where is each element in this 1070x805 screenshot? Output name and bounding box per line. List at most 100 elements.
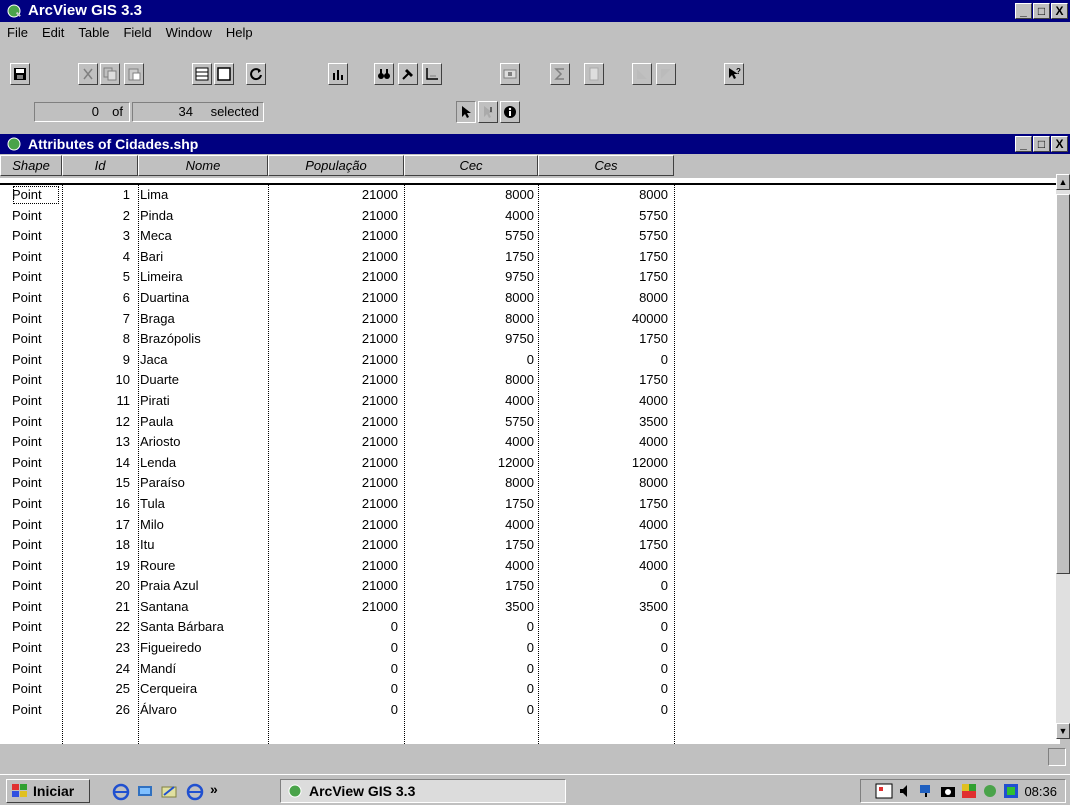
cell-nome[interactable]: Limeira (140, 267, 268, 287)
cell-nome[interactable]: Braga (140, 309, 268, 329)
network-icon[interactable] (919, 783, 935, 799)
cell-shape[interactable]: Point (12, 700, 60, 720)
cell-nome[interactable]: Pinda (140, 206, 268, 226)
cell-nome[interactable]: Ariosto (140, 432, 268, 452)
cell-ces[interactable]: 1750 (538, 267, 674, 287)
quicklaunch-more-chevron[interactable]: » (210, 781, 218, 797)
cell-nome[interactable]: Praia Azul (140, 576, 268, 596)
resize-grip-icon[interactable] (1048, 748, 1066, 766)
cell-nome[interactable]: Paraíso (140, 473, 268, 493)
scroll-down-arrow-icon[interactable]: ▼ (1056, 723, 1070, 739)
cell-shape[interactable]: Point (12, 659, 60, 679)
cell-cec[interactable]: 8000 (404, 473, 538, 493)
cell-populacao[interactable]: 21000 (268, 370, 404, 390)
outlook-express-icon[interactable] (160, 783, 178, 801)
column-header-nome[interactable]: Nome (138, 155, 268, 176)
cell-nome[interactable]: Bari (140, 247, 268, 267)
cell-cec[interactable]: 4000 (404, 432, 538, 452)
cell-shape[interactable]: Point (12, 185, 60, 205)
cell-nome[interactable]: Lima (140, 185, 268, 205)
cell-id[interactable]: 6 (64, 288, 134, 308)
cell-cec[interactable]: 0 (404, 638, 538, 658)
cell-id[interactable]: 12 (64, 412, 134, 432)
table-row[interactable]: Point 25 Cerqueira 0 0 0 (0, 679, 1060, 700)
cell-ces[interactable]: 1750 (538, 494, 674, 514)
cell-shape[interactable]: Point (12, 288, 60, 308)
menu-help[interactable]: Help (219, 25, 260, 40)
cell-cec[interactable]: 1750 (404, 535, 538, 555)
cell-ces[interactable]: 3500 (538, 412, 674, 432)
cell-ces[interactable]: 12000 (538, 453, 674, 473)
cell-populacao[interactable]: 0 (268, 617, 404, 637)
cell-shape[interactable]: Point (12, 535, 60, 555)
cell-shape[interactable]: Point (12, 494, 60, 514)
cell-cec[interactable]: 0 (404, 679, 538, 699)
table-row[interactable]: Point 8 Brazópolis 21000 9750 1750 (0, 329, 1060, 350)
refresh-icon[interactable] (246, 63, 266, 85)
cell-nome[interactable]: Roure (140, 556, 268, 576)
table-row[interactable]: Point 16 Tula 21000 1750 1750 (0, 494, 1060, 515)
table-row[interactable]: Point 5 Limeira 21000 9750 1750 (0, 267, 1060, 288)
table-row[interactable]: Point 26 Álvaro 0 0 0 (0, 700, 1060, 721)
cell-populacao[interactable]: 21000 (268, 535, 404, 555)
antivirus-icon[interactable] (1003, 783, 1019, 799)
table-row[interactable]: Point 19 Roure 21000 4000 4000 (0, 556, 1060, 577)
cell-shape[interactable]: Point (12, 350, 60, 370)
cell-id[interactable]: 14 (64, 453, 134, 473)
cell-ces[interactable]: 4000 (538, 515, 674, 535)
cell-id[interactable]: 7 (64, 309, 134, 329)
cell-id[interactable]: 5 (64, 267, 134, 287)
table-row[interactable]: Point 9 Jaca 21000 0 0 (0, 350, 1060, 371)
cell-ces[interactable]: 40000 (538, 309, 674, 329)
cell-nome[interactable]: Santa Bárbara (140, 617, 268, 637)
cell-populacao[interactable]: 21000 (268, 597, 404, 617)
close-button[interactable]: X (1051, 3, 1068, 19)
cell-cec[interactable]: 4000 (404, 515, 538, 535)
cell-shape[interactable]: Point (12, 597, 60, 617)
cell-id[interactable]: 22 (64, 617, 134, 637)
cell-cec[interactable]: 0 (404, 700, 538, 720)
table-row[interactable]: Point 4 Bari 21000 1750 1750 (0, 247, 1060, 268)
cell-ces[interactable]: 1750 (538, 535, 674, 555)
cell-shape[interactable]: Point (12, 453, 60, 473)
cell-populacao[interactable]: 0 (268, 700, 404, 720)
column-header-id[interactable]: Id (62, 155, 138, 176)
cell-id[interactable]: 4 (64, 247, 134, 267)
cell-nome[interactable]: Brazópolis (140, 329, 268, 349)
cell-shape[interactable]: Point (12, 617, 60, 637)
cell-id[interactable]: 24 (64, 659, 134, 679)
cell-cec[interactable]: 0 (404, 617, 538, 637)
cell-shape[interactable]: Point (12, 391, 60, 411)
chart-icon[interactable] (328, 63, 348, 85)
cell-cec[interactable]: 0 (404, 350, 538, 370)
cell-nome[interactable]: Meca (140, 226, 268, 246)
cell-cec[interactable]: 4000 (404, 556, 538, 576)
table-row[interactable]: Point 12 Paula 21000 5750 3500 (0, 412, 1060, 433)
sort-ascending-icon[interactable] (632, 63, 652, 85)
cell-nome[interactable]: Duartina (140, 288, 268, 308)
table-row[interactable]: Point 20 Praia Azul 21000 1750 0 (0, 576, 1060, 597)
vertical-scrollbar[interactable]: ▲ ▼ (1056, 174, 1070, 739)
cell-shape[interactable]: Point (12, 432, 60, 452)
taskbar-item-arcview[interactable]: ArcView GIS 3.3 (280, 779, 566, 803)
cell-cec[interactable]: 5750 (404, 412, 538, 432)
cell-id[interactable]: 15 (64, 473, 134, 493)
cell-nome[interactable]: Milo (140, 515, 268, 535)
cell-populacao[interactable]: 0 (268, 638, 404, 658)
cell-populacao[interactable]: 0 (268, 659, 404, 679)
colorful-tray-icon[interactable] (961, 783, 977, 799)
join-icon[interactable] (422, 63, 442, 85)
copy-icon[interactable] (100, 63, 120, 85)
cell-id[interactable]: 19 (64, 556, 134, 576)
cell-cec[interactable]: 8000 (404, 185, 538, 205)
cell-ces[interactable]: 3500 (538, 597, 674, 617)
cell-nome[interactable]: Figueiredo (140, 638, 268, 658)
edit-pointer-icon[interactable] (478, 101, 498, 123)
column-header-populacao[interactable]: População (268, 155, 404, 176)
cell-cec[interactable]: 1750 (404, 494, 538, 514)
app-title-bar[interactable]: ArcView GIS 3.3 _ □ X (0, 0, 1070, 22)
child-maximize-button[interactable]: □ (1033, 136, 1050, 152)
cell-id[interactable]: 13 (64, 432, 134, 452)
cell-populacao[interactable]: 21000 (268, 288, 404, 308)
cell-id[interactable]: 25 (64, 679, 134, 699)
